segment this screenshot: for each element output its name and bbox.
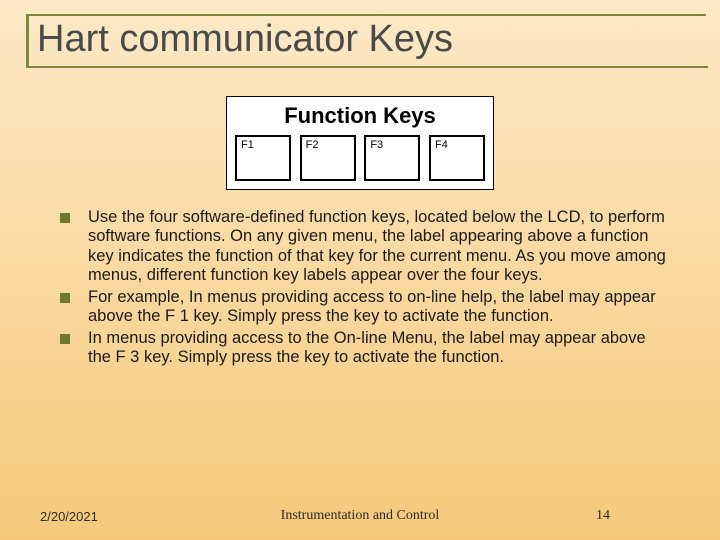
- bullet-list: Use the four software-defined function k…: [60, 208, 672, 368]
- figure-heading: Function Keys: [235, 103, 485, 129]
- list-item: In menus providing access to the On-line…: [60, 329, 672, 368]
- keys-row: F1 F2 F3 F4: [235, 135, 485, 181]
- list-item: Use the four software-defined function k…: [60, 208, 672, 286]
- f3-label: F3: [370, 139, 383, 151]
- footer-page-number: 14: [596, 508, 610, 524]
- f2-label: F2: [306, 139, 319, 151]
- f1-key: F1: [235, 135, 291, 181]
- bullet-text: For example, In menus providing access t…: [88, 288, 672, 327]
- footer: 2/20/2021 Instrumentation and Control 14: [0, 508, 720, 524]
- f2-key: F2: [300, 135, 356, 181]
- function-keys-figure: Function Keys F1 F2 F3 F4: [226, 96, 494, 190]
- bullet-text: Use the four software-defined function k…: [88, 208, 672, 286]
- bullet-text: In menus providing access to the On-line…: [88, 329, 672, 368]
- footer-title: Instrumentation and Control: [0, 508, 720, 524]
- bullet-icon: [60, 334, 70, 344]
- f3-key: F3: [364, 135, 420, 181]
- footer-date: 2/20/2021: [40, 509, 98, 524]
- f4-key: F4: [429, 135, 485, 181]
- title-block: Hart communicator Keys: [0, 0, 720, 72]
- f1-label: F1: [241, 139, 254, 151]
- list-item: For example, In menus providing access t…: [60, 288, 672, 327]
- f4-label: F4: [435, 139, 448, 151]
- bullet-icon: [60, 293, 70, 303]
- bullet-icon: [60, 213, 70, 223]
- slide-title: Hart communicator Keys: [26, 16, 708, 68]
